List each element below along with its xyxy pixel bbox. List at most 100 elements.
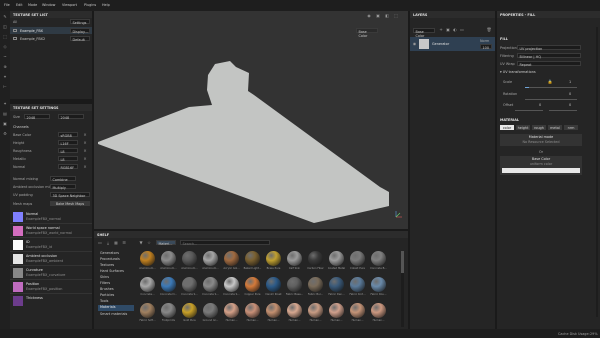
ambient-occlusion-dropdown[interactable]: Multiply <box>50 184 76 190</box>
scale-slider[interactable] <box>525 87 577 88</box>
shelf-category[interactable]: Procedurals <box>100 257 120 261</box>
material-thumbnail[interactable] <box>182 277 197 292</box>
channel-format[interactable]: L16F <box>58 140 78 146</box>
material-thumbnail[interactable] <box>224 277 239 292</box>
menu-file[interactable]: File <box>4 3 10 7</box>
uv-padding-dropdown[interactable]: 3D Space Neighbor <box>50 192 90 198</box>
channel-row[interactable]: Roughness L8 × <box>10 148 92 154</box>
menu-viewport[interactable]: Viewport <box>62 3 77 7</box>
layer-item[interactable]: ◉ Generator Norm 100 <box>410 37 495 51</box>
eraser-icon[interactable]: ◫ <box>1 24 9 31</box>
texture-set-row[interactable]: Example_FBX Display... <box>10 27 92 34</box>
size-dropdown-2[interactable]: 2048 <box>58 114 84 120</box>
properties-scrollbar[interactable] <box>596 27 598 317</box>
channel-toggle-color[interactable]: color <box>500 125 514 130</box>
mesh-map-item[interactable]: Ambient occlusion ExampleFBX_ambient <box>10 252 92 266</box>
shelf-scrollbar[interactable] <box>401 251 404 327</box>
remove-icon[interactable]: × <box>82 156 88 162</box>
add-fill-icon[interactable]: ▣ <box>445 27 451 33</box>
remove-icon[interactable]: × <box>82 164 88 170</box>
mesh-map-item[interactable]: World space normal ExampleFBX_world_norm… <box>10 224 92 238</box>
shader-dropdown[interactable]: Default <box>70 36 90 42</box>
channel-toggle-rough[interactable]: rough <box>532 125 546 130</box>
material-thumbnail[interactable] <box>371 303 386 318</box>
size-dropdown[interactable]: 2048 <box>24 114 50 120</box>
texture-set-row[interactable]: Example_FBX2 Default <box>10 35 92 42</box>
menu-mode[interactable]: Mode <box>28 3 37 7</box>
list-view-icon[interactable]: ☰ <box>121 240 127 246</box>
paint-brush-icon[interactable]: ✎ <box>1 14 9 21</box>
remove-icon[interactable]: × <box>82 140 88 146</box>
material-thumbnail[interactable] <box>140 277 155 292</box>
material-thumbnail[interactable] <box>140 303 155 318</box>
material-thumbnail[interactable] <box>266 303 281 318</box>
material-thumbnail[interactable] <box>245 277 260 292</box>
normal-mixing-dropdown[interactable]: Combine <box>50 176 76 182</box>
menu-help[interactable]: Help <box>102 3 110 7</box>
material-thumbnail[interactable] <box>224 251 239 266</box>
material-thumbnail[interactable] <box>329 251 344 266</box>
material-thumbnail[interactable] <box>266 277 281 292</box>
material-thumbnail[interactable] <box>182 303 197 318</box>
channel-toggle-nrm[interactable]: nrm <box>564 125 578 130</box>
material-thumbnail[interactable] <box>350 251 365 266</box>
add-folder-icon[interactable]: ▭ <box>459 27 465 33</box>
material-thumbnail[interactable] <box>203 251 218 266</box>
channel-row[interactable]: Base Color sRGB8 × <box>10 132 92 138</box>
polygon-fill-icon[interactable]: ◇ <box>1 44 9 51</box>
shelf-search-input[interactable]: Search... <box>180 240 270 246</box>
folder-icon[interactable]: ▭ <box>97 240 103 246</box>
channel-toggle-metal[interactable]: metal <box>548 125 562 130</box>
3d-model[interactable] <box>94 11 408 229</box>
layers-icon[interactable]: ▤ <box>1 111 9 118</box>
bake-mesh-maps-button[interactable]: Bake Mesh Maps <box>50 201 90 206</box>
material-thumbnail[interactable] <box>287 303 302 318</box>
visibility-icon[interactable]: ◉ <box>412 41 417 47</box>
layer-opacity[interactable]: 100 <box>480 44 492 50</box>
material-thumbnail[interactable] <box>329 303 344 318</box>
viewport[interactable]: ◉ ▣ ◧ ⬚ Base Color <box>94 11 408 229</box>
material-thumbnail[interactable] <box>371 251 386 266</box>
shelf-category[interactable]: Textures <box>100 263 114 267</box>
projection-icon[interactable]: ⬚ <box>1 34 9 41</box>
shelf-category[interactable]: Particles <box>100 293 114 297</box>
channel-toggle-height[interactable]: height <box>516 125 530 130</box>
smudge-icon[interactable]: ~ <box>1 54 9 61</box>
material-thumbnail[interactable] <box>182 251 197 266</box>
shelf-category[interactable]: Skins <box>100 275 109 279</box>
channel-format[interactable]: RGB16F <box>58 164 78 170</box>
menu-plugins[interactable]: Plugins <box>84 3 96 7</box>
shelf-category[interactable]: Filters <box>100 281 110 285</box>
menu-window[interactable]: Window <box>42 3 55 7</box>
filter-dropdown[interactable]: All <box>13 20 17 24</box>
material-thumbnail[interactable] <box>203 303 218 318</box>
layer-blend-mode[interactable]: Norm <box>480 39 489 43</box>
material-mode-box[interactable]: Material mode No Resource Selected <box>500 134 582 146</box>
material-thumbnail[interactable] <box>308 277 323 292</box>
star-icon[interactable]: ☆ <box>146 240 152 246</box>
base-color-swatch[interactable] <box>502 168 580 173</box>
material-thumbnail[interactable] <box>203 277 218 292</box>
material-thumbnail[interactable] <box>266 251 281 266</box>
channel-row[interactable]: Normal RGB16F × <box>10 164 92 170</box>
shelf-scrollbar-thumb[interactable] <box>401 251 404 273</box>
offset-y-slider[interactable] <box>549 110 577 111</box>
uv-wrap-dropdown[interactable]: Repeat <box>517 61 581 67</box>
material-thumbnail[interactable] <box>245 303 260 318</box>
mesh-map-item[interactable]: Normal ExampleFBX_normal <box>10 210 92 224</box>
shelf-category[interactable]: Tools <box>100 299 108 303</box>
mesh-map-item[interactable]: Position ExampleFBX_position <box>10 280 92 294</box>
lock-icon[interactable]: 🔒 <box>547 79 553 85</box>
material-thumbnail[interactable] <box>224 303 239 318</box>
projection-dropdown[interactable]: UV projection <box>517 45 581 51</box>
offset-x-slider[interactable] <box>515 110 543 111</box>
checkbox-icon[interactable] <box>13 28 17 32</box>
material-thumbnail[interactable] <box>161 251 176 266</box>
checkbox-icon[interactable] <box>13 36 17 40</box>
shelf-category[interactable]: Brushes <box>100 287 114 291</box>
material-thumbnail[interactable] <box>140 251 155 266</box>
remove-icon[interactable]: × <box>82 132 88 138</box>
material-thumbnail[interactable] <box>350 277 365 292</box>
rotation-slider[interactable] <box>525 99 577 100</box>
material-thumbnail[interactable] <box>371 277 386 292</box>
